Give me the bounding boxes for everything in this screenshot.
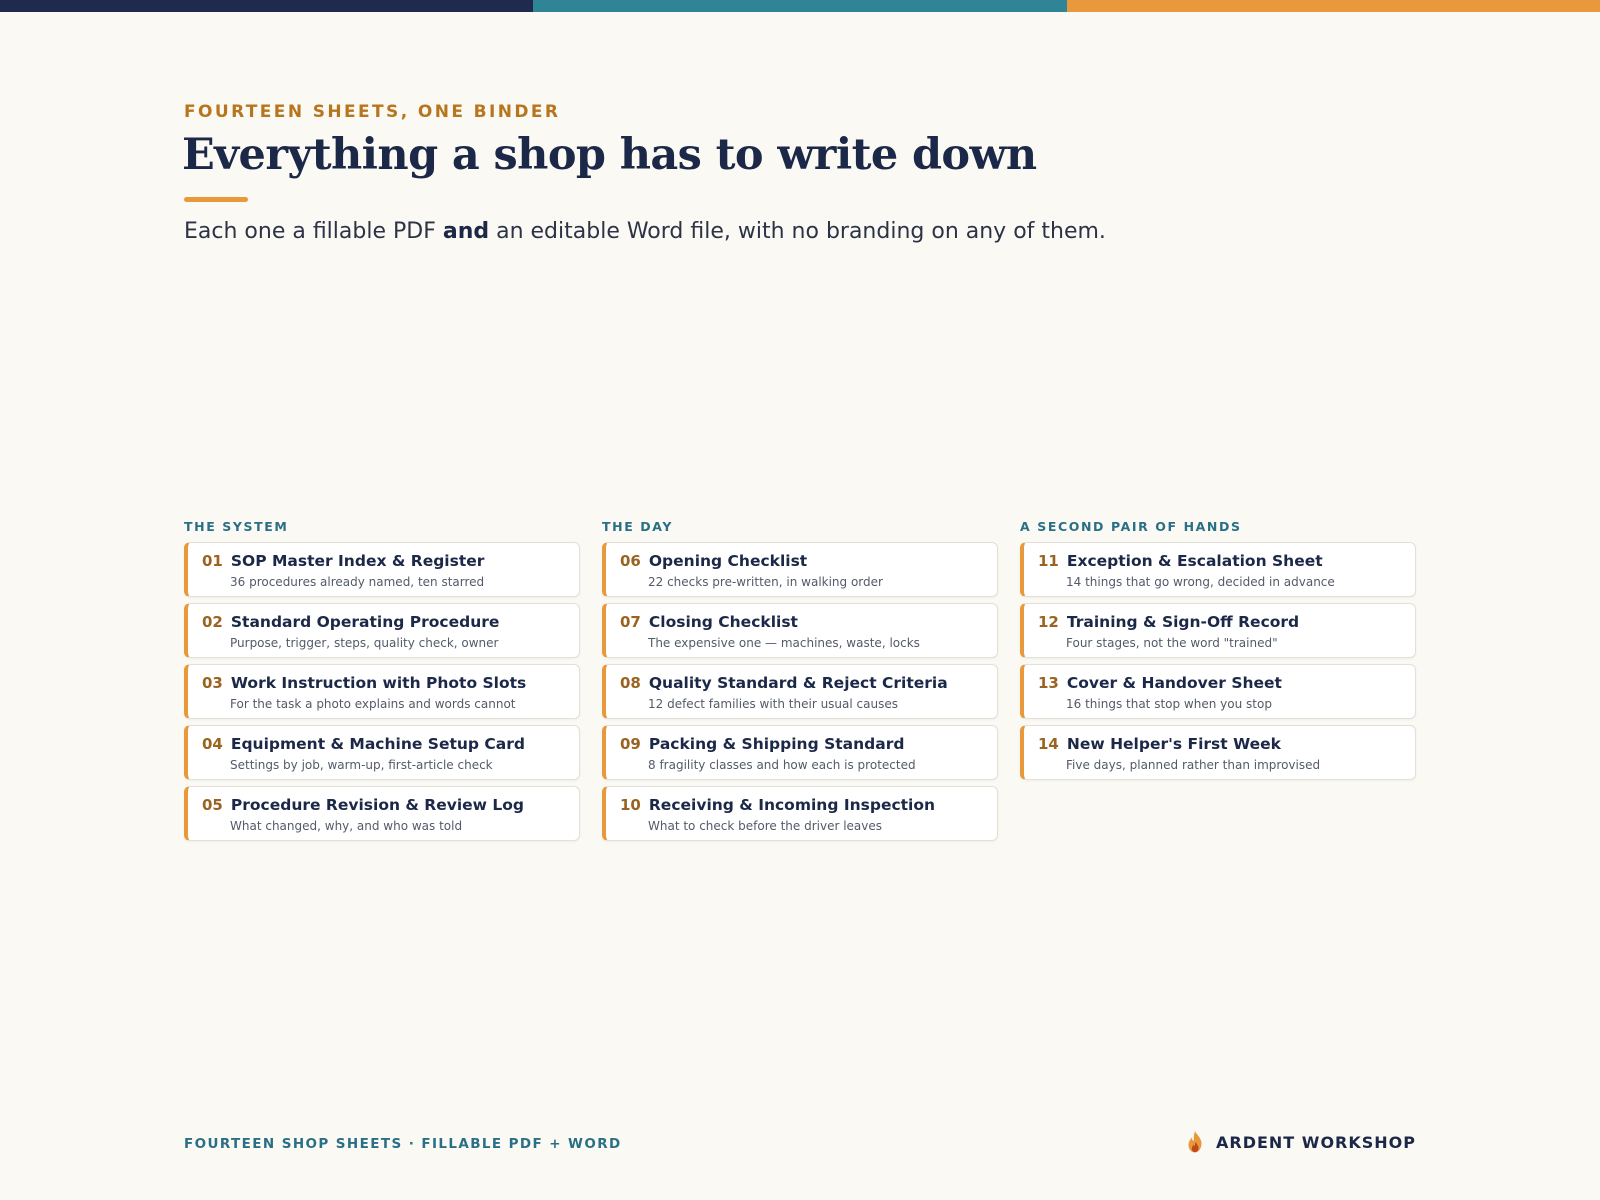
sheet-columns: THE SYSTEM 01 SOP Master Index & Register…: [184, 520, 1416, 847]
sheet-card: 10 Receiving & Incoming Inspection What t…: [602, 786, 998, 841]
sheet-title: Training & Sign-Off Record: [1066, 613, 1300, 631]
column-second-pair-of-hands: A SECOND PAIR OF HANDS 11 Exception & Esc…: [1020, 520, 1416, 847]
sheet-description: Settings by job, warm-up, first-article …: [230, 758, 493, 772]
sheet-card: 08 Quality Standard & Reject Criteria 12 …: [602, 664, 998, 719]
sheet-title: New Helper's First Week: [1066, 735, 1281, 753]
column-the-system: THE SYSTEM 01 SOP Master Index & Register…: [184, 520, 580, 847]
sheet-card: 12 Training & Sign-Off Record Four stages…: [1020, 603, 1416, 658]
sheet-card: 02 Standard Operating Procedure Purpose, …: [184, 603, 580, 658]
top-bar-segment-navy: [0, 0, 534, 12]
sheet-description: For the task a photo explains and words …: [230, 697, 516, 711]
sheet-description: Four stages, not the word "trained": [1066, 636, 1278, 650]
sheet-number: 12: [1038, 613, 1059, 631]
sheet-title: Packing & Shipping Standard: [648, 735, 905, 753]
sheet-title: Closing Checklist: [648, 613, 798, 631]
sheet-title: Standard Operating Procedure: [230, 613, 500, 631]
sheet-number: 04: [202, 735, 223, 753]
sheet-title: Opening Checklist: [648, 552, 808, 570]
sheet-card: 05 Procedure Revision & Review Log What c…: [184, 786, 580, 841]
sheet-description: Purpose, trigger, steps, quality check, …: [230, 636, 499, 650]
sheet-number: 05: [202, 796, 223, 814]
sheet-description: What changed, why, and who was told: [230, 819, 463, 833]
sheet-title: Quality Standard & Reject Criteria: [648, 674, 948, 692]
sheet-number: 02: [202, 613, 223, 631]
sheet-title: SOP Master Index & Register: [230, 552, 485, 570]
sheet-number: 06: [620, 552, 641, 570]
sheet-card: 04 Equipment & Machine Setup Card Setting…: [184, 725, 580, 780]
brand-name: ARDENT WORKSHOP: [1216, 1132, 1416, 1152]
page-subtitle: Each one a fillable PDF and an editable …: [184, 219, 1106, 244]
sheet-title: Cover & Handover Sheet: [1066, 674, 1282, 692]
brand-lockup: ARDENT WORKSHOP: [1184, 1130, 1416, 1154]
sheet-description: 22 checks pre-written, in walking order: [648, 575, 883, 589]
column-heading: THE DAY: [602, 519, 673, 534]
sheet-number: 11: [1038, 552, 1059, 570]
flame-icon: [1188, 1131, 1202, 1153]
sheet-description: 16 things that stop when you stop: [1066, 697, 1272, 711]
eyebrow-label: FOURTEEN SHEETS, ONE BINDER: [184, 102, 561, 122]
sheet-description: Five days, planned rather than improvise…: [1066, 758, 1321, 772]
top-color-bar: [0, 0, 1600, 12]
sheet-title: Receiving & Incoming Inspection: [648, 796, 936, 814]
top-bar-segment-orange: [1066, 0, 1600, 12]
sheet-number: 09: [620, 735, 641, 753]
subtitle-text-emphasis: and: [442, 219, 490, 244]
sheet-card: 01 SOP Master Index & Register 36 procedu…: [184, 542, 580, 597]
sheet-number: 13: [1038, 674, 1059, 692]
sheet-card: 09 Packing & Shipping Standard 8 fragilit…: [602, 725, 998, 780]
sheet-title: Exception & Escalation Sheet: [1066, 552, 1323, 570]
sheet-description: What to check before the driver leaves: [648, 819, 883, 833]
sheet-number: 14: [1038, 735, 1059, 753]
column-the-day: THE DAY 06 Opening Checklist 22 checks pr…: [602, 520, 998, 847]
page-title: Everything a shop has to write down: [182, 130, 1037, 180]
sheet-description: 12 defect families with their usual caus…: [648, 697, 898, 711]
subtitle-text-after: an editable Word file, with no branding …: [489, 219, 1106, 244]
sheet-description: The expensive one — machines, waste, loc…: [648, 636, 920, 650]
title-accent-rule: [184, 197, 248, 202]
column-heading: THE SYSTEM: [184, 519, 289, 534]
sheet-title: Work Instruction with Photo Slots: [230, 674, 527, 692]
sheet-number: 08: [620, 674, 641, 692]
sheet-number: 01: [202, 552, 223, 570]
subtitle-text-before: Each one a fillable PDF: [184, 219, 443, 244]
sheet-title: Equipment & Machine Setup Card: [230, 735, 525, 753]
sheet-number: 03: [202, 674, 223, 692]
sheet-card: 07 Closing Checklist The expensive one — …: [602, 603, 998, 658]
sheet-card: 03 Work Instruction with Photo Slots For …: [184, 664, 580, 719]
sheet-description: 36 procedures already named, ten starred: [230, 575, 485, 589]
sheet-description: 8 fragility classes and how each is prot…: [648, 758, 916, 772]
sheet-number: 10: [620, 796, 641, 814]
sheet-card: 14 New Helper's First Week Five days, pla…: [1020, 725, 1416, 780]
sheet-number: 07: [620, 613, 641, 631]
sheet-card: 06 Opening Checklist 22 checks pre-writte…: [602, 542, 998, 597]
footer-tagline: FOURTEEN SHOP SHEETS · FILLABLE PDF + WO…: [184, 1136, 622, 1152]
sheet-title: Procedure Revision & Review Log: [230, 796, 525, 814]
sheet-card: 13 Cover & Handover Sheet 16 things that …: [1020, 664, 1416, 719]
sheet-card: 11 Exception & Escalation Sheet 14 things…: [1020, 542, 1416, 597]
sheet-description: 14 things that go wrong, decided in adva…: [1066, 575, 1335, 589]
column-heading: A SECOND PAIR OF HANDS: [1020, 519, 1242, 534]
top-bar-segment-teal: [533, 0, 1067, 12]
